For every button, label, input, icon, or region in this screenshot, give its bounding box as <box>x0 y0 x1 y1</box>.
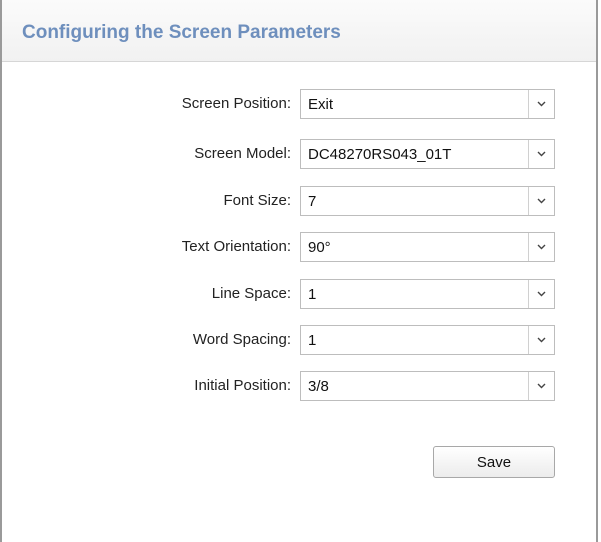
screen-position-dropdown-button[interactable] <box>528 90 554 118</box>
page-title: Configuring the Screen Parameters <box>22 22 341 43</box>
screen-model-dropdown-button[interactable] <box>528 140 554 168</box>
line-space-select[interactable]: 1 <box>300 279 555 309</box>
text-orientation-select[interactable]: 90° <box>300 232 555 262</box>
screen-model-row: Screen Model: DC48270RS043_01T <box>2 139 600 169</box>
chevron-down-icon <box>537 291 546 297</box>
line-space-dropdown-button[interactable] <box>528 280 554 308</box>
chevron-down-icon <box>537 198 546 204</box>
chevron-down-icon <box>537 244 546 250</box>
screen-parameters-panel: Configuring the Screen Parameters Screen… <box>0 0 598 542</box>
initial-position-dropdown-button[interactable] <box>528 372 554 400</box>
chevron-down-icon <box>537 101 546 107</box>
screen-position-label: Screen Position: <box>181 95 291 112</box>
save-button[interactable]: Save <box>433 446 555 478</box>
screen-position-row: Screen Position: Exit <box>2 89 600 119</box>
line-space-value: 1 <box>308 286 317 303</box>
word-spacing-select[interactable]: 1 <box>300 325 555 355</box>
word-spacing-value: 1 <box>308 332 317 349</box>
word-spacing-dropdown-button[interactable] <box>528 326 554 354</box>
initial-position-row: Initial Position: 3/8 <box>2 371 600 401</box>
font-size-dropdown-button[interactable] <box>528 187 554 215</box>
chevron-down-icon <box>537 337 546 343</box>
initial-position-select[interactable]: 3/8 <box>300 371 555 401</box>
word-spacing-label: Word Spacing: <box>192 331 291 348</box>
font-size-label: Font Size: <box>223 192 291 209</box>
screen-model-value: DC48270RS043_01T <box>308 146 452 163</box>
text-orientation-dropdown-button[interactable] <box>528 233 554 261</box>
panel-header: Configuring the Screen Parameters <box>2 0 596 62</box>
chevron-down-icon <box>537 383 546 389</box>
screen-position-value: Exit <box>308 96 334 113</box>
font-size-row: Font Size: 7 <box>2 186 600 216</box>
chevron-down-icon <box>537 151 546 157</box>
screen-model-label: Screen Model: <box>194 145 291 162</box>
screen-model-select[interactable]: DC48270RS043_01T <box>300 139 555 169</box>
font-size-select[interactable]: 7 <box>300 186 555 216</box>
initial-position-label: Initial Position: <box>194 377 291 394</box>
line-space-row: Line Space: 1 <box>2 279 600 309</box>
font-size-value: 7 <box>308 193 317 210</box>
text-orientation-row: Text Orientation: 90° <box>2 232 600 262</box>
text-orientation-label: Text Orientation: <box>181 238 291 255</box>
line-space-label: Line Space: <box>211 285 291 302</box>
initial-position-value: 3/8 <box>308 378 329 395</box>
screen-position-select[interactable]: Exit <box>300 89 555 119</box>
text-orientation-value: 90° <box>308 239 331 256</box>
word-spacing-row: Word Spacing: 1 <box>2 325 600 355</box>
